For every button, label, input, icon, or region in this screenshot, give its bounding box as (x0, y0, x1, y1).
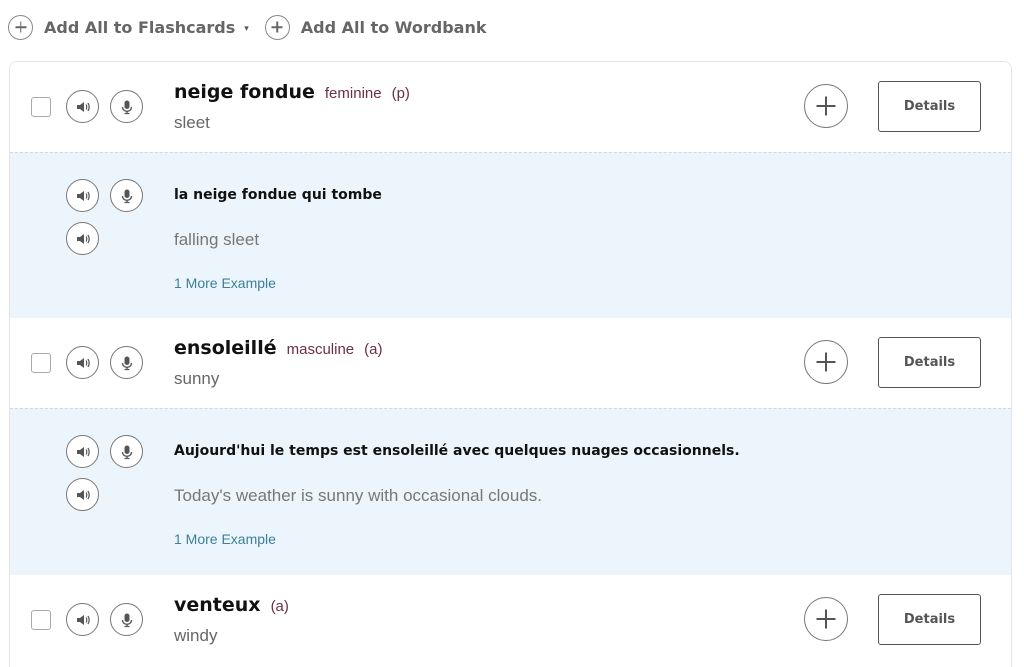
play-example-audio-button[interactable] (66, 435, 99, 468)
microphone-icon (121, 356, 132, 370)
example-translation: falling sleet (174, 230, 260, 249)
example-sentence: la neige fondue qui tombe (174, 187, 382, 203)
play-translation-audio-button[interactable] (66, 222, 99, 255)
add-all-to-wordbank-label: Add All to Wordbank (300, 17, 487, 37)
microphone-icon (121, 445, 132, 459)
word-gender: masculine (286, 341, 355, 358)
microphone-icon (121, 189, 132, 203)
word-translation: windy (174, 626, 218, 645)
word-row: venteux (a) windy Details (10, 575, 1011, 665)
details-button[interactable]: Details (878, 594, 981, 645)
microphone-icon (121, 100, 132, 114)
add-word-button[interactable] (804, 84, 848, 128)
play-audio-button[interactable] (66, 603, 99, 636)
add-word-button[interactable] (804, 597, 848, 641)
add-word-button[interactable] (804, 340, 848, 384)
word-gender: feminine (324, 85, 382, 102)
plus-icon (8, 14, 33, 40)
word-part-of-speech: (a) (270, 598, 289, 615)
more-examples-link[interactable]: 1 More Example (174, 275, 276, 291)
example-row: Aujourd'hui le temps est ensoleillé avec… (10, 408, 1011, 575)
play-audio-button[interactable] (66, 346, 99, 379)
speaker-icon (76, 233, 90, 244)
word-term: neige fondue feminine (p) (174, 81, 410, 103)
record-pronunciation-button[interactable] (110, 346, 143, 379)
play-audio-button[interactable] (66, 90, 99, 123)
record-example-button[interactable] (110, 435, 143, 468)
caret-down-icon: ▾ (244, 22, 249, 33)
word-part-of-speech: (p) (391, 85, 410, 102)
speaker-icon (76, 614, 90, 625)
word-term: venteux (a) (174, 594, 289, 616)
play-example-audio-button[interactable] (66, 179, 99, 212)
example-translation: Today's weather is sunny with occasional… (174, 486, 542, 505)
details-button[interactable]: Details (878, 337, 981, 388)
word-translation: sunny (174, 369, 220, 388)
example-row: la neige fondue qui tombe falling sleet … (10, 152, 1011, 318)
play-translation-audio-button[interactable] (66, 478, 99, 511)
example-sentence: Aujourd'hui le temps est ensoleillé avec… (174, 443, 740, 459)
details-button[interactable]: Details (878, 81, 981, 132)
select-checkbox[interactable] (31, 610, 51, 630)
word-text: neige fondue (174, 81, 315, 103)
speaker-icon (76, 446, 90, 457)
word-row: ensoleillé masculine (a) sunny Details (10, 318, 1011, 408)
record-pronunciation-button[interactable] (110, 603, 143, 636)
word-part-of-speech: (a) (364, 341, 383, 358)
add-all-to-flashcards-label: Add All to Flashcards (44, 17, 236, 37)
add-all-to-wordbank-button[interactable]: Add All to Wordbank (264, 14, 487, 40)
speaker-icon (76, 357, 90, 368)
plus-icon (264, 14, 290, 40)
vocabulary-list: neige fondue feminine (p) sleet Details la… (9, 61, 1012, 667)
speaker-icon (76, 190, 90, 201)
word-text: venteux (174, 594, 261, 616)
toolbar: Add All to Flashcards ▾ Add All to Wordb… (8, 14, 502, 40)
microphone-icon (121, 613, 132, 627)
word-row: neige fondue feminine (p) sleet Details (10, 62, 1011, 152)
word-term: ensoleillé masculine (a) (174, 337, 382, 359)
more-examples-link[interactable]: 1 More Example (174, 531, 276, 547)
word-translation: sleet (174, 113, 210, 132)
speaker-icon (76, 489, 90, 500)
speaker-icon (76, 101, 90, 112)
record-pronunciation-button[interactable] (110, 90, 143, 123)
word-text: ensoleillé (174, 337, 277, 359)
record-example-button[interactable] (110, 179, 143, 212)
add-all-to-flashcards-button[interactable]: Add All to Flashcards ▾ (8, 14, 249, 40)
select-checkbox[interactable] (31, 353, 51, 373)
select-checkbox[interactable] (31, 97, 51, 117)
